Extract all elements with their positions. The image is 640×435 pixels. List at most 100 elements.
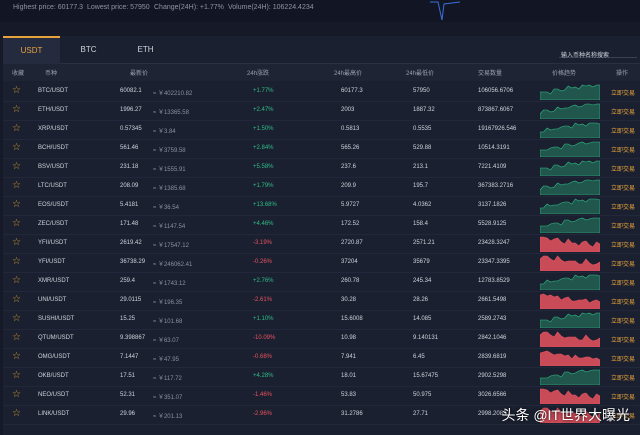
table-row: ☆ BTC/USDT 60082.1 ≈ ￥402210.82 +1.77% 60177.… (3, 82, 640, 102)
star-icon[interactable]: ☆ (12, 408, 21, 419)
low-price: 4.0362 (413, 202, 432, 208)
trade-now-link[interactable]: 立即交易 (611, 221, 635, 230)
latest-price: 60082.1 (120, 88, 142, 94)
sparkline-area (540, 388, 600, 404)
change-percent: +1.77% (253, 88, 274, 94)
star-icon[interactable]: ☆ (12, 85, 21, 96)
price-trend-sparkline (540, 274, 600, 290)
trade-now-link[interactable]: 立即交易 (611, 259, 635, 268)
trade-now-link[interactable]: 立即交易 (611, 183, 635, 192)
star-icon[interactable]: ☆ (12, 256, 21, 267)
latest-price: 52.31 (120, 392, 136, 398)
table-row: ☆ EOS/USDT 5.4181 ≈ ￥36.54 +13.68% 5.9727 4.03… (3, 196, 640, 216)
tab-eth[interactable]: ETH (117, 36, 174, 63)
change-percent: -2.61% (253, 297, 273, 303)
trade-now-link[interactable]: 立即交易 (611, 335, 635, 344)
change-percent: +1.50% (253, 126, 274, 132)
market-tabs: USDT BTC ETH (3, 36, 640, 65)
trade-now-link[interactable]: 立即交易 (611, 145, 635, 154)
high-price: 18.01 (341, 373, 357, 379)
trade-now-link[interactable]: 立即交易 (611, 107, 635, 116)
col-change: 24h涨跌 (247, 71, 270, 77)
low-price: 529.88 (413, 145, 432, 151)
latest-price: 5.4181 (120, 202, 139, 208)
price-cny: ≈ ￥1147.54 (153, 224, 186, 230)
change-percent: +4.28% (253, 373, 274, 379)
search-input[interactable] (559, 50, 637, 62)
star-icon[interactable]: ☆ (12, 142, 21, 153)
trade-now-link[interactable]: 立即交易 (611, 373, 635, 382)
trade-now-link[interactable]: 立即交易 (611, 126, 635, 135)
price-trend-sparkline (540, 103, 600, 119)
high-price: 30.28 (341, 297, 357, 303)
pair-name: LTC/USDT (38, 183, 67, 189)
volume: 19167926.546 (478, 126, 517, 132)
tab-usdt[interactable]: USDT (3, 36, 60, 65)
sparkline-area (540, 160, 600, 176)
star-icon[interactable]: ☆ (12, 313, 21, 324)
latest-price: 561.46 (120, 145, 139, 151)
sparkline-area (540, 274, 600, 290)
trade-now-link[interactable]: 立即交易 (611, 278, 635, 287)
col-price: 最新价 (130, 71, 149, 77)
sparkline-area (540, 369, 600, 385)
star-icon[interactable]: ☆ (12, 199, 21, 210)
star-icon[interactable]: ☆ (12, 218, 21, 229)
change-percent: +2.76% (253, 278, 274, 284)
price-cny: ≈ ￥201.13 (153, 414, 183, 420)
high-price: 172.52 (341, 221, 360, 227)
star-icon[interactable]: ☆ (12, 332, 21, 343)
table-row: ☆ OKB/USDT 17.51 ≈ ￥117.72 +4.28% 18.01 15.674… (3, 367, 640, 387)
volume: 873867.6067 (478, 107, 514, 113)
star-icon[interactable]: ☆ (12, 294, 21, 305)
star-icon[interactable]: ☆ (12, 370, 21, 381)
star-icon[interactable]: ☆ (12, 180, 21, 191)
trade-now-link[interactable]: 立即交易 (611, 88, 635, 97)
trade-now-link[interactable]: 立即交易 (611, 354, 635, 363)
price-trend-sparkline (540, 160, 600, 176)
price-cny: ≈ ￥196.35 (153, 300, 183, 306)
high-price: 2003 (341, 107, 355, 113)
latest-price: 7.1447 (120, 354, 139, 360)
volume: 2842.1046 (478, 335, 507, 341)
table-row: ☆ LTC/USDT 208.09 ≈ ￥1385.68 +1.79% 209.9 195.… (3, 177, 640, 197)
star-icon[interactable]: ☆ (12, 237, 21, 248)
star-icon[interactable]: ☆ (12, 161, 21, 172)
price-cny: ≈ ￥117.72 (153, 376, 182, 382)
pair-name: OMG/USDT (38, 354, 71, 360)
high-price: 2720.87 (341, 240, 363, 246)
star-icon[interactable]: ☆ (12, 275, 21, 286)
low-price: 50.975 (413, 392, 432, 398)
change-percent: +4.46% (253, 221, 274, 227)
sparkline-area (540, 293, 600, 309)
sparkline-area (540, 331, 600, 347)
trade-now-link[interactable]: 立即交易 (611, 392, 635, 401)
low-price: 9.140131 (413, 335, 439, 341)
trade-now-link[interactable]: 立即交易 (611, 297, 635, 306)
change-percent: +1.10% (253, 316, 274, 322)
price-trend-sparkline (540, 217, 600, 233)
latest-price: 231.18 (120, 164, 139, 170)
star-icon[interactable]: ☆ (12, 123, 21, 134)
star-icon[interactable]: ☆ (12, 104, 21, 115)
trade-now-link[interactable]: 立即交易 (611, 164, 635, 173)
pair-name: EOS/USDT (38, 202, 69, 208)
trade-now-link[interactable]: 立即交易 (611, 202, 635, 211)
star-icon[interactable]: ☆ (12, 389, 21, 400)
low-price: 57950 (413, 88, 430, 94)
pair-name: QTUM/USDT (38, 335, 74, 341)
price-cny: ≈ ￥246062.41 (153, 262, 193, 268)
table-row: ☆ SUSHI/USDT 15.25 ≈ ￥101.68 +1.10% 15.6008 14… (3, 310, 640, 330)
price-cny: ≈ ￥13365.58 (153, 110, 189, 116)
latest-price: 17.51 (120, 373, 136, 379)
star-icon[interactable]: ☆ (12, 351, 21, 362)
change-percent: -2.96% (253, 411, 273, 417)
latest-price: 36738.29 (120, 259, 146, 265)
price-trend-sparkline (540, 331, 600, 347)
trade-now-link[interactable]: 立即交易 (611, 240, 635, 249)
trade-now-link[interactable]: 立即交易 (611, 316, 635, 325)
high-price: 260.78 (341, 278, 360, 284)
high-price: 209.9 (341, 183, 357, 189)
low-price: 35679 (413, 259, 430, 265)
tab-btc[interactable]: BTC (60, 36, 117, 63)
